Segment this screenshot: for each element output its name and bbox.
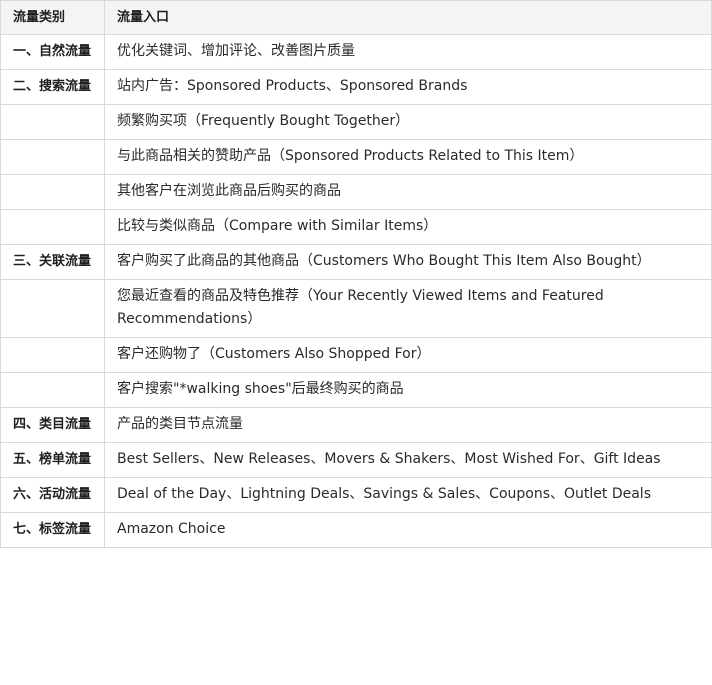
category-cell (0, 139, 105, 175)
source-cell: 产品的类目节点流量 (104, 407, 712, 443)
category-cell (0, 337, 105, 373)
table-row: 七、标签流量 Amazon Choice (0, 512, 712, 548)
table-row: 五、榜单流量 Best Sellers、New Releases、Movers … (0, 442, 712, 478)
category-cell: 五、榜单流量 (0, 442, 105, 478)
category-cell: 三、关联流量 (0, 244, 105, 280)
traffic-table: 流量类别 流量入口 一、自然流量 优化关键词、增加评论、改善图片质量 二、搜索流… (0, 0, 712, 548)
category-cell: 七、标签流量 (0, 512, 105, 548)
source-cell: Amazon Choice (104, 512, 712, 548)
table-row: 六、活动流量 Deal of the Day、Lightning Deals、S… (0, 477, 712, 513)
table-row: 比较与类似商品（Compare with Similar Items） (0, 209, 712, 245)
category-cell: 二、搜索流量 (0, 69, 105, 105)
source-cell: 其他客户在浏览此商品后购买的商品 (104, 174, 712, 210)
category-cell: 一、自然流量 (0, 34, 105, 70)
source-cell: 站内广告：Sponsored Products、Sponsored Brands (104, 69, 712, 105)
source-cell: 与此商品相关的赞助产品（Sponsored Products Related t… (104, 139, 712, 175)
category-cell (0, 104, 105, 140)
category-cell (0, 372, 105, 408)
source-cell: Deal of the Day、Lightning Deals、Savings … (104, 477, 712, 513)
source-cell: 客户还购物了（Customers Also Shopped For） (104, 337, 712, 373)
table-row: 与此商品相关的赞助产品（Sponsored Products Related t… (0, 139, 712, 175)
table-row: 三、关联流量 客户购买了此商品的其他商品（Customers Who Bough… (0, 244, 712, 280)
category-cell: 四、类目流量 (0, 407, 105, 443)
category-cell (0, 174, 105, 210)
table-row: 二、搜索流量 站内广告：Sponsored Products、Sponsored… (0, 69, 712, 105)
category-cell (0, 279, 105, 338)
source-cell: 客户搜索"*walking shoes"后最终购买的商品 (104, 372, 712, 408)
table-row: 四、类目流量 产品的类目节点流量 (0, 407, 712, 443)
category-cell: 六、活动流量 (0, 477, 105, 513)
table-row: 您最近查看的商品及特色推荐（Your Recently Viewed Items… (0, 279, 712, 338)
header-category: 流量类别 (0, 0, 105, 35)
header-row: 流量类别 流量入口 (0, 0, 712, 35)
source-cell: 客户购买了此商品的其他商品（Customers Who Bought This … (104, 244, 712, 280)
header-source: 流量入口 (104, 0, 712, 35)
source-cell: 频繁购买项（Frequently Bought Together） (104, 104, 712, 140)
source-cell: 优化关键词、增加评论、改善图片质量 (104, 34, 712, 70)
table-row: 客户还购物了（Customers Also Shopped For） (0, 337, 712, 373)
table-row: 其他客户在浏览此商品后购买的商品 (0, 174, 712, 210)
table-row: 一、自然流量 优化关键词、增加评论、改善图片质量 (0, 34, 712, 70)
category-cell (0, 209, 105, 245)
source-cell: 比较与类似商品（Compare with Similar Items） (104, 209, 712, 245)
table-row: 频繁购买项（Frequently Bought Together） (0, 104, 712, 140)
table-row: 客户搜索"*walking shoes"后最终购买的商品 (0, 372, 712, 408)
source-cell: Best Sellers、New Releases、Movers & Shake… (104, 442, 712, 478)
source-cell: 您最近查看的商品及特色推荐（Your Recently Viewed Items… (104, 279, 712, 338)
